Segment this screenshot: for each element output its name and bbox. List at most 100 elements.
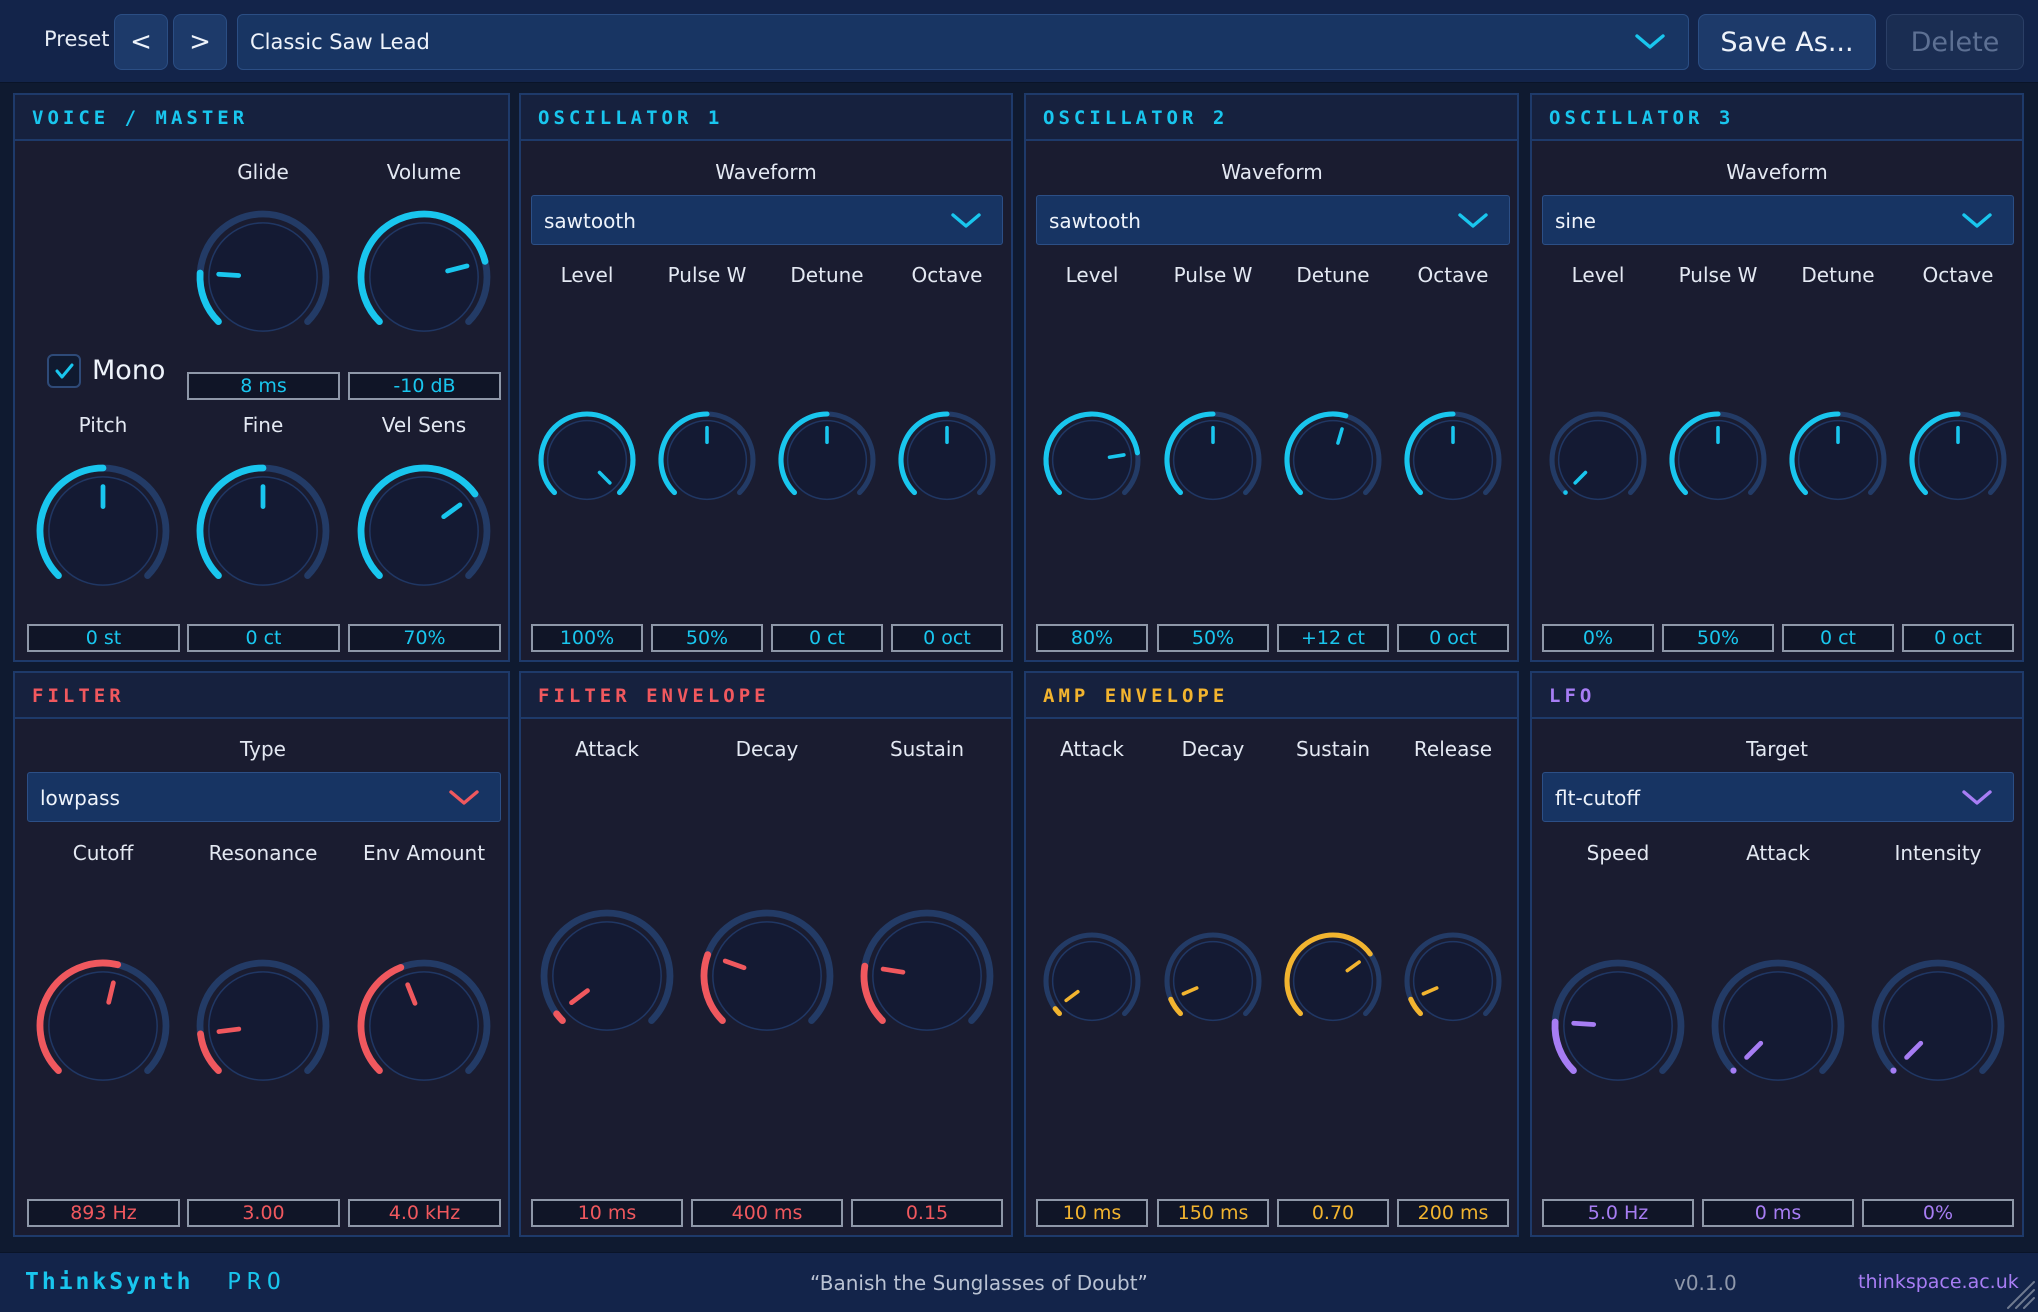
octave-value: 0 oct <box>891 624 1003 652</box>
decay-knob[interactable] <box>699 908 835 1044</box>
panel-title: FILTER ENVELOPE <box>538 685 770 707</box>
attack-label: Attack <box>575 737 639 761</box>
sustain-label: Sustain <box>889 737 965 761</box>
resonance-knob[interactable] <box>195 958 331 1094</box>
panel-header: LFO <box>1532 673 2022 719</box>
lfo-attack-knob[interactable] <box>1710 958 1846 1094</box>
waveform-value: sine <box>1555 209 1596 233</box>
knob-body <box>552 921 662 1031</box>
delete-button[interactable]: Delete <box>1886 14 2024 70</box>
intensity-knob[interactable] <box>1870 958 2006 1094</box>
waveform-select[interactable]: sawtooth <box>531 195 1003 245</box>
speed-label: Speed <box>1586 841 1650 865</box>
chevron-down-icon <box>951 213 981 228</box>
pulse-width-label: Pulse W <box>1173 263 1253 287</box>
pulse-width-knob[interactable] <box>656 409 758 511</box>
release-label: Release <box>1413 737 1493 761</box>
brand-suffix: PRO <box>227 1269 287 1295</box>
checkmark-icon <box>55 363 74 379</box>
panel-header: OSCILLATOR 1 <box>521 95 1011 141</box>
level-label: Level <box>560 263 614 287</box>
knob-body <box>1051 940 1133 1022</box>
octave-knob[interactable] <box>1907 409 2009 511</box>
panel-header: FILTER ENVELOPE <box>521 673 1011 719</box>
sustain-label: Sustain <box>1295 737 1371 761</box>
pulse-width-knob[interactable] <box>1667 409 1769 511</box>
volume-knob[interactable] <box>356 209 492 345</box>
vel-sens-knob[interactable] <box>356 463 492 599</box>
volume-label: Volume <box>386 160 462 184</box>
knob-pointer <box>216 271 242 278</box>
next-preset-button[interactable]: > <box>173 14 227 70</box>
cutoff-knob[interactable] <box>35 958 171 1094</box>
knob-pointer <box>216 1026 242 1034</box>
knob-value-arc <box>1890 1067 1897 1074</box>
resonance-value: 3.00 <box>187 1199 340 1227</box>
website-link[interactable]: thinkspace.ac.uk <box>1858 1271 2019 1293</box>
detune-knob[interactable] <box>1282 409 1384 511</box>
panel-title: OSCILLATOR 3 <box>1549 107 1735 129</box>
octave-label: Octave <box>1922 263 1994 287</box>
knob-value-arc <box>1730 1067 1737 1074</box>
level-label: Level <box>1571 263 1625 287</box>
attack-knob[interactable] <box>1041 930 1143 1032</box>
octave-knob[interactable] <box>1402 409 1504 511</box>
decay-value: 400 ms <box>691 1199 843 1227</box>
panel-title: OSCILLATOR 1 <box>538 107 724 129</box>
detune-knob[interactable] <box>1787 409 1889 511</box>
preset-select[interactable]: Classic Saw Lead <box>237 14 1689 70</box>
panel-title: FILTER <box>32 685 125 707</box>
level-knob[interactable] <box>1547 409 1649 511</box>
lfo-panel: LFO Target flt-cutoff Speed Attack Inten… <box>1530 671 2024 1237</box>
level-knob[interactable] <box>1041 409 1143 511</box>
release-knob[interactable] <box>1402 930 1504 1032</box>
filter-type-select[interactable]: lowpass <box>27 772 501 822</box>
oscillator-2-panel: OSCILLATOR 2 Waveform sawtooth Level Pul… <box>1024 93 1519 662</box>
resize-grip-icon[interactable] <box>2002 1276 2036 1310</box>
cutoff-label: Cutoff <box>72 841 134 865</box>
pitch-knob[interactable] <box>35 463 171 599</box>
knob-body <box>1723 971 1833 1081</box>
panel-header: OSCILLATOR 3 <box>1532 95 2022 141</box>
waveform-select[interactable]: sawtooth <box>1036 195 1510 245</box>
pulse-width-label: Pulse W <box>1678 263 1758 287</box>
env-amount-knob[interactable] <box>356 958 492 1094</box>
level-value: 80% <box>1036 624 1148 652</box>
attack-knob[interactable] <box>539 908 675 1044</box>
prev-preset-button[interactable]: < <box>114 14 168 70</box>
filter-panel: FILTER Type lowpass Cutoff Resonance Env… <box>13 671 510 1237</box>
brand-name: ThinkSynth <box>25 1269 194 1295</box>
filter-type-label: Type <box>240 737 286 761</box>
glide-value: 8 ms <box>187 372 340 400</box>
knob-body <box>712 921 822 1031</box>
speed-value: 5.0 Hz <box>1542 1199 1694 1227</box>
detune-value: +12 ct <box>1277 624 1389 652</box>
knob-body <box>1883 971 1993 1081</box>
detune-value: 0 ct <box>1782 624 1894 652</box>
sustain-knob[interactable] <box>859 908 995 1044</box>
decay-knob[interactable] <box>1162 930 1264 1032</box>
waveform-select[interactable]: sine <box>1542 195 2014 245</box>
detune-knob[interactable] <box>776 409 878 511</box>
chevron-down-icon <box>1962 790 1992 805</box>
mono-checkbox[interactable] <box>47 354 81 388</box>
vel-sens-value: 70% <box>348 624 501 652</box>
save-as-button[interactable]: Save As... <box>1698 14 1876 70</box>
knob-pointer <box>880 966 906 975</box>
glide-knob[interactable] <box>195 209 331 345</box>
version-label: v0.1.0 <box>1674 1271 1737 1295</box>
octave-knob[interactable] <box>896 409 998 511</box>
level-knob[interactable] <box>536 409 638 511</box>
waveform-value: sawtooth <box>1049 209 1141 233</box>
pulse-width-knob[interactable] <box>1162 409 1264 511</box>
fine-knob[interactable] <box>195 463 331 599</box>
lfo-target-select[interactable]: flt-cutoff <box>1542 772 2014 822</box>
knob-body <box>872 921 982 1031</box>
speed-knob[interactable] <box>1550 958 1686 1094</box>
decay-label: Decay <box>1181 737 1245 761</box>
attack-value: 10 ms <box>1036 1199 1148 1227</box>
panel-title: LFO <box>1549 685 1596 707</box>
pulse-width-label: Pulse W <box>667 263 747 287</box>
sustain-knob[interactable] <box>1282 930 1384 1032</box>
panel-header: VOICE / MASTER <box>15 95 508 141</box>
